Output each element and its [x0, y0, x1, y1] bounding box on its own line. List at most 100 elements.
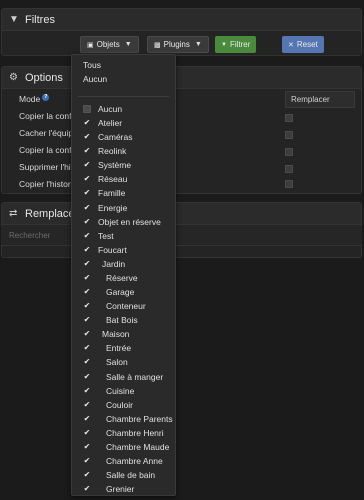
dropdown-item[interactable]: ✔ Réserve: [83, 272, 138, 284]
unchecked-box-icon: [83, 105, 91, 113]
dropdown-item-label: Atelier: [98, 118, 123, 129]
caret-down-icon: ▼: [124, 41, 132, 48]
select-all-option[interactable]: Tous: [83, 60, 101, 70]
dropdown-item[interactable]: ✔ Grenier: [83, 483, 135, 495]
dropdown-item[interactable]: ✔ Chambre Anne: [83, 455, 163, 467]
plugins-dropdown-button[interactable]: ▩ Plugins ▼: [147, 36, 209, 53]
checkmark-icon: ✔: [83, 188, 91, 198]
checkmark-icon: ✔: [83, 470, 91, 480]
dropdown-item[interactable]: ✔ Salon: [83, 356, 128, 368]
dropdown-item[interactable]: ✔ Atelier: [83, 117, 122, 129]
replace-label: Remplacer: [291, 95, 330, 104]
options-title: Options: [25, 71, 63, 84]
cube-icon: ▣: [87, 41, 94, 49]
dropdown-item-label: Entrée: [106, 343, 132, 354]
reset-button[interactable]: ✕ Reset: [282, 36, 324, 53]
dropdown-item[interactable]: ✔ Bat Bois: [83, 314, 138, 326]
delete-history-checkbox[interactable]: [285, 165, 293, 173]
dropdown-item[interactable]: ✔ Chambre Maude: [83, 441, 170, 453]
copy-config-checkbox[interactable]: [285, 114, 293, 122]
checkmark-icon: ✔: [83, 202, 91, 212]
dropdown-item[interactable]: ✔ Conteneur: [83, 300, 146, 312]
dropdown-item[interactable]: ✔ Cuisine: [83, 385, 135, 397]
dropdown-item-label: Couloir: [106, 399, 133, 410]
checkmark-icon: ✔: [83, 118, 91, 128]
filter-icon: ▼: [9, 14, 19, 25]
filter-button[interactable]: ▼ Filtrer: [215, 36, 257, 53]
checkmark-icon: ✔: [83, 399, 91, 409]
objets-dropdown-menu: Tous Aucun Aucun ✔ Atelier ✔ Caméras ✔ Reolink…: [71, 54, 176, 496]
dropdown-divider: [78, 96, 169, 97]
dropdown-item-label: Chambre Parents: [106, 413, 173, 424]
dropdown-item-label: Reolink: [98, 146, 127, 157]
dropdown-item[interactable]: ✔ Couloir: [83, 399, 133, 411]
option-mode: Mode?: [19, 94, 50, 104]
dropdown-item-label: Garage: [106, 287, 135, 298]
dropdown-item[interactable]: ✔ Energie: [83, 202, 128, 214]
help-icon: ?: [42, 94, 50, 102]
reset-label: Reset: [296, 40, 318, 49]
dropdown-item-label: Objet en réserve: [98, 216, 161, 227]
checkmark-icon: ✔: [83, 484, 91, 494]
dropdown-item[interactable]: ✔ Caméras: [83, 131, 133, 143]
dropdown-item[interactable]: ✔ Système: [83, 159, 131, 171]
dropdown-item-label: Système: [98, 160, 132, 171]
dropdown-item[interactable]: ✔ Foucart: [83, 244, 127, 256]
filtrer-label: Filtrer: [229, 40, 251, 49]
dropdown-item[interactable]: ✔ Jardin: [83, 258, 126, 270]
checkmark-icon: ✔: [83, 456, 91, 465]
dropdown-item-label: Maison: [102, 329, 130, 340]
dropdown-item-label: Salle de bain: [106, 470, 156, 481]
dropdown-item-label: Chambre Henri: [106, 427, 164, 438]
dropdown-item-label: Salon: [106, 357, 128, 368]
checkmark-icon: ✔: [83, 160, 91, 170]
checkmark-icon: ✔: [83, 174, 91, 184]
dropdown-item-label: Jardin: [102, 258, 126, 269]
dropdown-item-label: Chambre Maude: [106, 441, 170, 452]
dropdown-item-label: Salle à manger: [106, 371, 164, 382]
dropdown-item[interactable]: ✔ Reolink: [83, 145, 127, 157]
checkmark-icon: ✔: [83, 216, 91, 226]
dropdown-item-label: Test: [98, 230, 114, 241]
dropdown-item-label: Caméras: [98, 132, 133, 143]
checkmark-icon: ✔: [83, 287, 91, 297]
dropdown-item[interactable]: ✔ Salle de bain: [83, 469, 156, 481]
search-input[interactable]: Rechercher: [1, 226, 362, 246]
dropdown-item[interactable]: Aucun: [83, 103, 122, 115]
checkmark-icon: ✔: [83, 272, 91, 282]
dropdown-item[interactable]: ✔ Entrée: [83, 342, 131, 354]
dropdown-item[interactable]: ✔ Maison: [83, 328, 130, 340]
objets-dropdown-button[interactable]: ▣ Objets ▼: [80, 36, 139, 53]
dropdown-item[interactable]: ✔ Objet en réserve: [83, 216, 161, 228]
copy-history-checkbox[interactable]: [285, 180, 293, 188]
caret-down-icon: ▼: [194, 41, 202, 48]
checkmark-icon: ✔: [83, 441, 91, 451]
checkmark-icon: ✔: [83, 343, 91, 353]
dropdown-item-label: Conteneur: [106, 301, 146, 312]
filters-header: ▼ Filtres: [2, 9, 361, 31]
replacement-header: ⇄ Remplacement: [2, 203, 361, 225]
checkmark-icon: ✔: [83, 230, 91, 240]
dropdown-item-label: Réseau: [98, 174, 128, 185]
select-none-option[interactable]: Aucun: [83, 74, 107, 84]
dropdown-item-label: Aucun: [98, 104, 123, 114]
copy-cmd-config-checkbox[interactable]: [285, 148, 293, 156]
dropdown-item[interactable]: ✔ Garage: [83, 286, 135, 298]
dropdown-item[interactable]: ✔ Réseau: [83, 173, 128, 185]
dropdown-item-label: Grenier: [106, 484, 135, 495]
search-placeholder: Rechercher: [9, 231, 51, 240]
objets-label: Objets: [96, 40, 120, 49]
checkmark-icon: ✔: [83, 244, 91, 254]
shuffle-icon: ⇄: [9, 208, 18, 219]
dropdown-item[interactable]: ✔ Test: [83, 230, 114, 242]
dropdown-item-label: Famille: [98, 188, 126, 199]
dropdown-item[interactable]: ✔ Chambre Henri: [83, 427, 164, 439]
dropdown-item[interactable]: ✔ Chambre Parents: [83, 413, 173, 425]
dropdown-item[interactable]: ✔ Famille: [83, 187, 126, 199]
dropdown-item-label: Chambre Anne: [106, 456, 163, 466]
hide-equipment-checkbox[interactable]: [285, 131, 293, 139]
dropdown-item-label: Cuisine: [106, 385, 135, 396]
dropdown-item-label: Foucart: [98, 244, 127, 255]
dropdown-item[interactable]: ✔ Salle à manger: [83, 371, 164, 383]
replace-mode-select[interactable]: Remplacer: [285, 91, 355, 108]
